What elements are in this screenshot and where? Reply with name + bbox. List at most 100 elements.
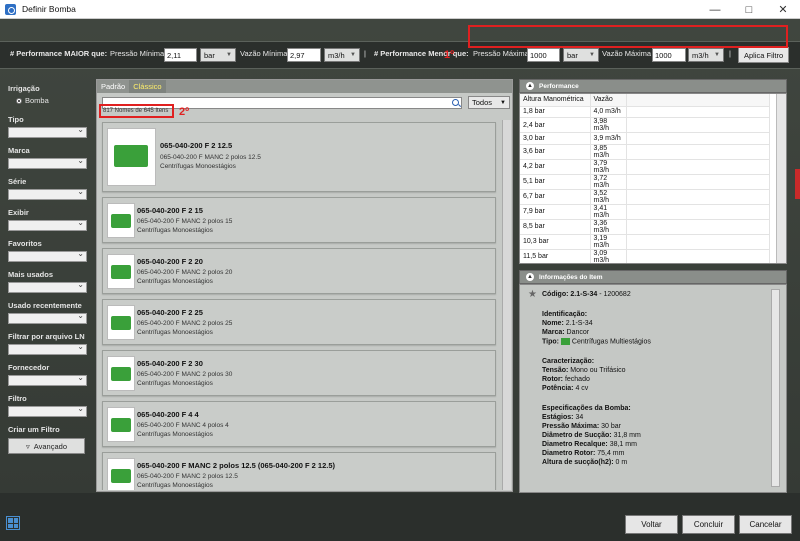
filter-label-exibir: Exibir	[8, 208, 29, 217]
performance-row[interactable]: 11,5 bar 3,09 m3/h	[520, 249, 770, 263]
bomba-radio[interactable]: Bomba	[16, 96, 90, 105]
info-header[interactable]: ▲ Informações do Item	[519, 270, 787, 284]
chevron-up-icon[interactable]: ▲	[526, 82, 534, 90]
tipo-select[interactable]	[8, 125, 87, 138]
back-button[interactable]: Voltar	[625, 515, 678, 534]
separator: |	[364, 49, 366, 58]
filter-label-marca: Marca	[8, 146, 30, 155]
tab-classico[interactable]: Clássico	[129, 80, 166, 93]
pressao-min-label: Pressão Mínima	[110, 49, 165, 58]
scope-select[interactable]: Todos ▼	[468, 96, 510, 109]
advanced-button[interactable]: ▿ Avançado	[8, 438, 85, 454]
item-title: 065-040-200 F 2 25	[137, 308, 203, 317]
drec-value: 38,1 mm	[609, 441, 637, 448]
performance-row[interactable]: 8,5 bar 3,36 m3/h	[520, 219, 770, 235]
pressao-max-unit-select[interactable]: bar ▼	[563, 48, 599, 62]
vazao-min-input[interactable]: 2,97	[287, 48, 321, 62]
performance-row[interactable]: 4,2 bar 3,79 m3/h	[520, 159, 770, 175]
pump-image	[107, 305, 135, 340]
item-list: 065-040-200 F 2 12.5 065-040-200 F MANC …	[100, 120, 497, 490]
list-item[interactable]: 065-040-200 F 2 30 065-040-200 F MANC 2 …	[102, 350, 496, 396]
codigo-value: 2.1-S-34	[570, 291, 598, 298]
arquivo-ln-select[interactable]	[8, 342, 87, 355]
list-item[interactable]: 065-040-200 F 2 20 065-040-200 F MANC 2 …	[102, 248, 496, 294]
apply-filter-button[interactable]: Aplica Filtro	[738, 47, 790, 63]
filter-label-tipo: Tipo	[8, 115, 24, 124]
item-title: 065-040-200 F 2 20	[137, 257, 203, 266]
performance-row[interactable]: 6,7 bar 3,52 m3/h	[520, 189, 770, 205]
dsuc-value: 31,8 mm	[613, 432, 641, 439]
list-item[interactable]: 065-040-200 F 2 25 065-040-200 F MANC 2 …	[102, 299, 496, 345]
marca-select[interactable]	[8, 156, 87, 169]
vazao-min-label: Vazão Mínima	[240, 49, 288, 58]
list-item[interactable]: 065-040-200 F 4 4 065-040-200 F MANC 4 p…	[102, 401, 496, 447]
fornecedor-select[interactable]	[8, 373, 87, 386]
search-icon[interactable]	[452, 99, 459, 106]
performance-scrollbar[interactable]	[776, 94, 786, 263]
serie-select[interactable]	[8, 187, 87, 200]
mais-usados-select[interactable]	[8, 280, 87, 293]
grid-view-icon[interactable]	[6, 516, 20, 530]
altura-cell: 8,5 bar	[520, 219, 591, 235]
performance-row[interactable]: 1,8 bar 4,0 m3/h	[520, 106, 770, 119]
potencia-value: 4 cv	[575, 385, 589, 392]
nome-label: Nome:	[542, 320, 564, 327]
performance-row[interactable]: 3,0 bar 3,9 m3/h	[520, 132, 770, 145]
chevron-down-icon: ▼	[714, 52, 720, 58]
exibir-select[interactable]	[8, 218, 87, 231]
close-icon[interactable]: ✕	[766, 0, 800, 19]
tipo-value: Centrífugas Multiestágios	[571, 338, 651, 346]
vazao-cell: 3,9 m3/h	[590, 132, 627, 145]
performance-header[interactable]: ▲ Performance	[519, 79, 787, 93]
pump-image	[107, 458, 135, 490]
item-info: ★ Código: 2.1-S-34 - 1200682 Identificaç…	[519, 284, 787, 493]
item-category: Centrífugas Monoestágios	[137, 278, 213, 285]
info-scrollbar[interactable]	[771, 289, 780, 487]
performance-row[interactable]: 10,3 bar 3,19 m3/h	[520, 234, 770, 250]
item-category: Centrífugas Monoestágios	[137, 329, 213, 336]
pressao-min-unit-select[interactable]: bar ▼	[200, 48, 236, 62]
pump-image	[107, 254, 135, 289]
details-panel: ▲ Performance Altura Manométrica Vazão 1,…	[519, 79, 787, 493]
cancel-button[interactable]: Cancelar	[739, 515, 792, 534]
tab-padrao[interactable]: Padrão	[97, 80, 129, 93]
filtro-select[interactable]	[8, 404, 87, 417]
performance-row[interactable]: 2,4 bar 3,98 m3/h	[520, 117, 770, 134]
vazao-max-unit-select[interactable]: m3/h ▼	[688, 48, 724, 62]
performance-row[interactable]: 5,1 bar 3,72 m3/h	[520, 174, 770, 190]
list-scrollbar[interactable]	[502, 120, 511, 490]
finish-button[interactable]: Concluir	[682, 515, 735, 534]
item-subtitle: 065-040-200 F MANC 2 polos 30	[137, 371, 233, 378]
performance-row[interactable]: 3,6 bar 3,85 m3/h	[520, 144, 770, 160]
col-header-vazao: Vazão	[590, 94, 627, 107]
vazao-max-input[interactable]: 1000	[652, 48, 686, 62]
pressao-min-input[interactable]: 2,11	[164, 48, 197, 62]
drec-label: Diametro Recalque:	[542, 441, 608, 448]
minimize-icon[interactable]: —	[698, 0, 732, 19]
list-item[interactable]: 065-040-200 F MANC 2 polos 12.5 (065-040…	[102, 452, 496, 490]
performance-filter-bar: # Performance MAIOR que: Pressão Mínima …	[0, 41, 800, 69]
chevron-up-icon[interactable]: ▲	[526, 273, 534, 281]
filter-label-serie: Série	[8, 177, 27, 186]
altura-cell: 7,9 bar	[520, 204, 591, 220]
filter-label-arquivo-ln: Filtrar por arquivo LN	[8, 332, 85, 341]
pump-type-icon	[560, 338, 570, 345]
vazao-cell: 4,0 m3/h	[590, 106, 627, 119]
performance-row[interactable]: 7,9 bar 3,41 m3/h	[520, 204, 770, 220]
vazao-cell: 3,79 m3/h	[590, 159, 627, 175]
item-subtitle: 065-040-200 F MANC 2 polos 20	[137, 269, 233, 276]
maximize-icon[interactable]: □	[732, 0, 766, 19]
usado-recentemente-select[interactable]	[8, 311, 87, 324]
pressao-max-input[interactable]: 1000	[527, 48, 560, 62]
estagios-label: Estágios:	[542, 414, 574, 421]
favoritos-select[interactable]	[8, 249, 87, 262]
vazao-cell: 3,98 m3/h	[590, 117, 627, 134]
list-item[interactable]: 065-040-200 F 2 15 065-040-200 F MANC 2 …	[102, 197, 496, 243]
vazao-min-unit-select[interactable]: m3/h ▼	[324, 48, 360, 62]
pump-image	[107, 356, 135, 391]
pressao-max-label: Pressão Máxima	[473, 49, 529, 58]
annotation-label-1: 1º	[444, 49, 455, 61]
star-icon[interactable]: ★	[528, 289, 537, 300]
list-item[interactable]: 065-040-200 F 2 12.5 065-040-200 F MANC …	[102, 122, 496, 192]
altura-cell: 3,0 bar	[520, 132, 591, 145]
